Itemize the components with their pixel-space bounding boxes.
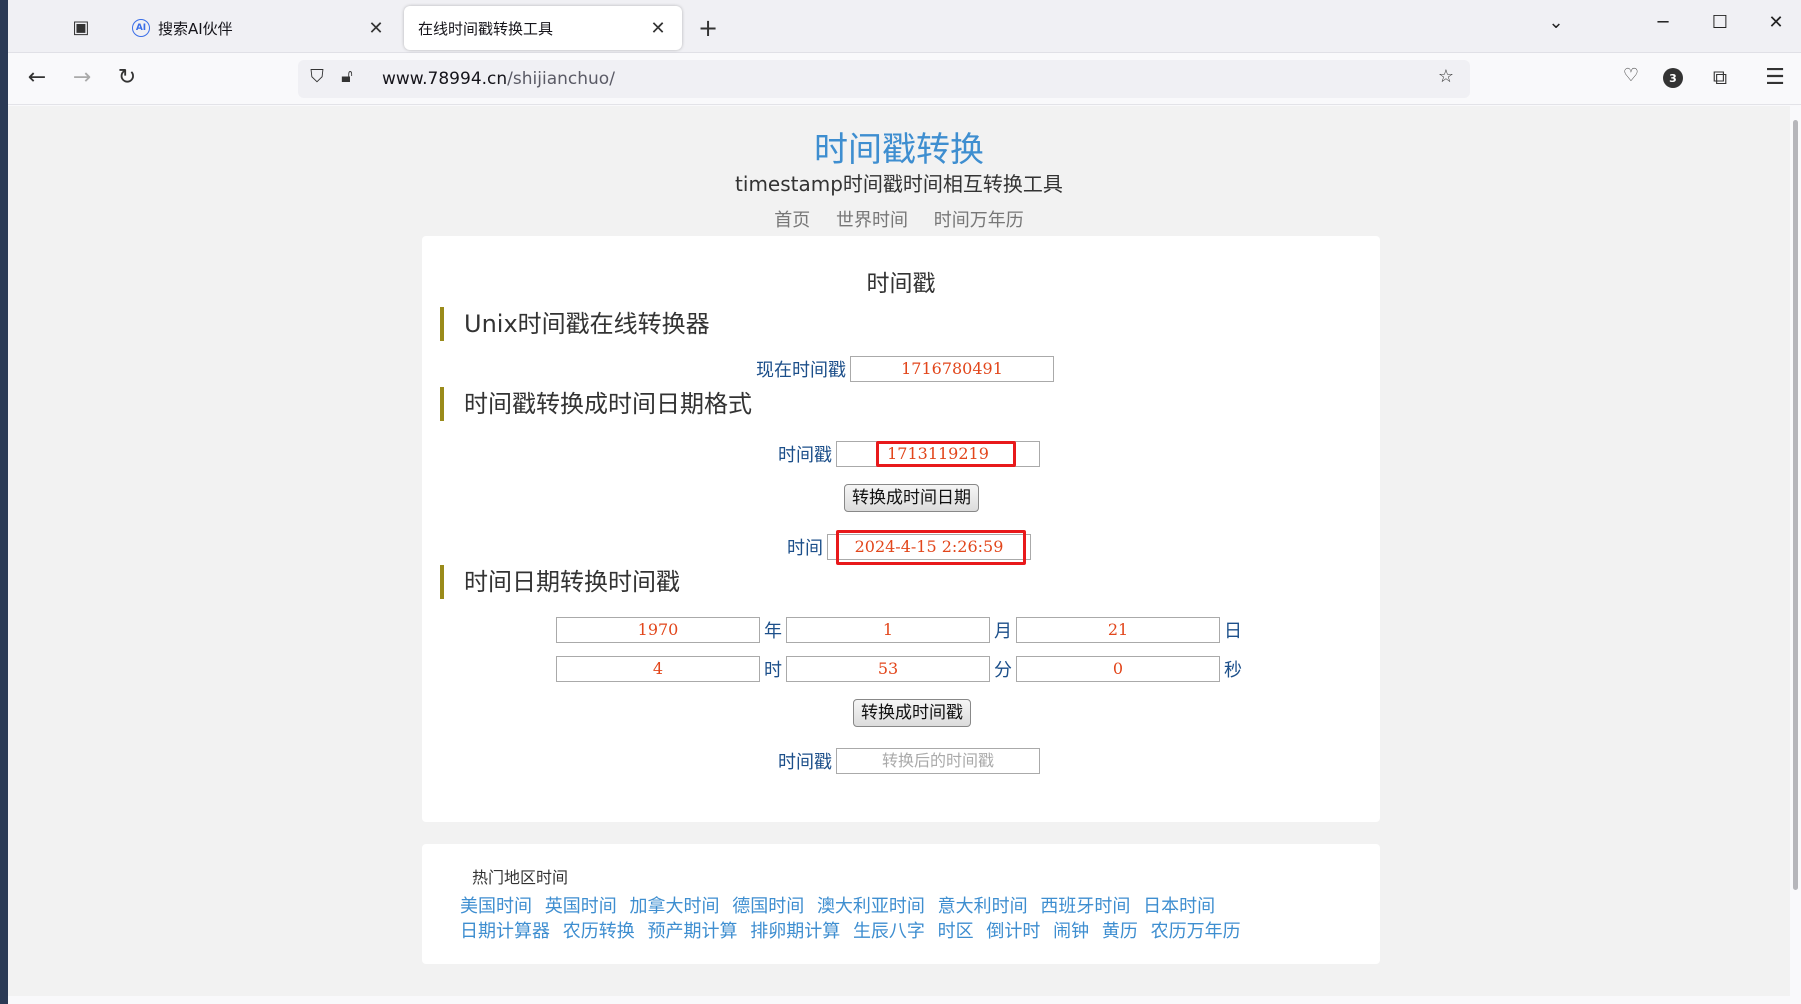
link-us-time[interactable]: 美国时间: [460, 896, 532, 917]
link-italy-time[interactable]: 意大利时间: [938, 896, 1028, 917]
highlight-box: [876, 441, 1016, 467]
reload-icon[interactable]: ↻: [112, 65, 142, 90]
link-timezone[interactable]: 时区: [938, 921, 974, 942]
new-tab-icon[interactable]: +: [694, 14, 722, 42]
url-text[interactable]: www.78994.cn/shijianchuo/: [382, 69, 615, 89]
extension-badge[interactable]: 3: [1663, 68, 1683, 88]
hot-regions-title: 热门地区时间: [472, 868, 569, 887]
scrollbar-thumb[interactable]: [1793, 120, 1798, 890]
maximize-icon[interactable]: ☐: [1705, 12, 1735, 33]
date-row: 1970 年 1 月 21 日: [556, 617, 1246, 643]
hot-regions-card: 热门地区时间 美国时间 英国时间 加拿大时间 德国时间 澳大利亚时间 意大利时间…: [422, 844, 1380, 964]
link-japan-time[interactable]: 日本时间: [1143, 896, 1215, 917]
nav-link-world-time[interactable]: 世界时间: [836, 210, 908, 231]
link-ovulation[interactable]: 排卵期计算: [750, 921, 840, 942]
tab-title: 搜索AI伙伴: [158, 19, 233, 38]
result-timestamp-field[interactable]: 转换后的时间戳: [836, 748, 1040, 774]
link-alarm[interactable]: 闹钟: [1053, 921, 1089, 942]
tab-ai-search[interactable]: AI 搜索AI伙伴 ✕: [118, 6, 400, 50]
highlight-box: [836, 530, 1026, 565]
convert-to-timestamp-button[interactable]: 转换成时间戳: [853, 699, 971, 727]
link-spain-time[interactable]: 西班牙时间: [1040, 896, 1130, 917]
extensions-icon[interactable]: ⧉: [1705, 65, 1735, 89]
link-date-calculator[interactable]: 日期计算器: [460, 921, 550, 942]
bookmark-star-icon[interactable]: ☆: [1433, 66, 1459, 87]
nav-bar: ← → ↻ ⛉ 🔓︎ www.78994.cn/shijianchuo/ ☆ ♡…: [8, 53, 1801, 105]
url-path: /shijianchuo/: [507, 69, 615, 89]
link-due-date[interactable]: 预产期计算: [647, 921, 737, 942]
current-timestamp-field[interactable]: 1716780491: [850, 356, 1054, 382]
day-unit: 日: [1224, 621, 1242, 642]
section-heading-unix: Unix时间戳在线转换器: [440, 307, 710, 341]
link-bazi[interactable]: 生辰八字: [853, 921, 925, 942]
result-row: 时间戳 转换后的时间戳: [778, 748, 1040, 774]
shield-icon[interactable]: ⛉: [304, 66, 330, 87]
link-uk-time[interactable]: 英国时间: [545, 896, 617, 917]
hour-unit: 时: [764, 660, 782, 681]
month-input[interactable]: 1: [786, 617, 990, 643]
time-label: 时间: [787, 538, 823, 559]
minute-unit: 分: [994, 660, 1012, 681]
forward-icon[interactable]: →: [67, 65, 97, 90]
close-window-icon[interactable]: ✕: [1761, 12, 1791, 33]
pocket-icon[interactable]: ♡: [1616, 65, 1646, 86]
time-row: 4 时 53 分 0 秒: [556, 656, 1246, 682]
second-input[interactable]: 0: [1016, 656, 1220, 682]
second-unit: 秒: [1224, 660, 1242, 681]
page-content: 时间戳转换 timestamp时间戳时间相互转换工具 首页 世界时间 时间万年历…: [8, 106, 1790, 996]
nav-link-home[interactable]: 首页: [774, 210, 810, 231]
close-tab-icon[interactable]: ✕: [366, 18, 386, 39]
link-australia-time[interactable]: 澳大利亚时间: [817, 896, 925, 917]
back-icon[interactable]: ←: [22, 65, 52, 90]
minute-input[interactable]: 53: [786, 656, 990, 682]
url-bar[interactable]: ⛉ 🔓︎ www.78994.cn/shijianchuo/ ☆: [298, 60, 1470, 98]
page-scrollbar[interactable]: [1790, 106, 1801, 896]
hot-links-row-2: 日期计算器 农历转换 预产期计算 排卵期计算 生辰八字 时区 倒计时 闹钟 黄历…: [460, 917, 1248, 943]
section-heading-date-to-ts: 时间日期转换时间戳: [440, 565, 680, 599]
ai-favicon-icon: AI: [132, 19, 150, 37]
link-countdown[interactable]: 倒计时: [986, 921, 1040, 942]
year-input[interactable]: 1970: [556, 617, 760, 643]
site-title: 时间戳转换: [814, 130, 984, 170]
tab-overflow-chevron-icon[interactable]: ⌄: [1541, 12, 1571, 33]
hour-input[interactable]: 4: [556, 656, 760, 682]
timestamp-label: 时间戳: [778, 445, 832, 466]
minimize-icon[interactable]: ─: [1648, 12, 1678, 33]
month-unit: 月: [994, 621, 1012, 642]
link-almanac[interactable]: 黄历: [1102, 921, 1138, 942]
current-timestamp-label: 现在时间戳: [756, 360, 846, 381]
tab-bar: ▣ AI 搜索AI伙伴 ✕ 在线时间戳转换工具 ✕ + ⌄ ─ ☐ ✕: [8, 0, 1801, 53]
link-canada-time[interactable]: 加拿大时间: [629, 896, 719, 917]
section-heading-ts-to-date: 时间戳转换成时间日期格式: [440, 387, 752, 421]
year-unit: 年: [764, 621, 782, 642]
result-timestamp-label: 时间戳: [778, 752, 832, 773]
tab-title: 在线时间戳转换工具: [418, 19, 554, 38]
menu-icon[interactable]: ☰: [1760, 65, 1790, 90]
url-host: www.78994.cn: [382, 69, 508, 89]
current-timestamp-row: 现在时间戳 1716780491: [756, 356, 1054, 382]
tab-timestamp-tool[interactable]: 在线时间戳转换工具 ✕: [404, 6, 682, 50]
day-input[interactable]: 21: [1016, 617, 1220, 643]
link-lunar-calendar[interactable]: 农历万年历: [1151, 921, 1241, 942]
nav-link-calendar[interactable]: 时间万年历: [934, 210, 1024, 231]
convert-to-date-button[interactable]: 转换成时间日期: [844, 484, 979, 512]
site-subtitle: timestamp时间戳时间相互转换工具: [735, 172, 1063, 196]
close-tab-icon[interactable]: ✕: [648, 18, 668, 39]
converter-card: 时间戳 Unix时间戳在线转换器 现在时间戳 1716780491 时间戳转换成…: [422, 236, 1380, 822]
card-title: 时间戳: [866, 271, 936, 297]
link-germany-time[interactable]: 德国时间: [732, 896, 804, 917]
insecure-lock-icon[interactable]: 🔓︎: [334, 66, 360, 87]
site-nav: 首页 世界时间 时间万年历: [8, 206, 1790, 232]
tab-list-icon[interactable]: ▣: [68, 14, 94, 40]
browser-window: ▣ AI 搜索AI伙伴 ✕ 在线时间戳转换工具 ✕ + ⌄ ─ ☐ ✕ ← → …: [8, 0, 1801, 1004]
link-lunar-convert[interactable]: 农历转换: [563, 921, 635, 942]
hot-links-row-1: 美国时间 英国时间 加拿大时间 德国时间 澳大利亚时间 意大利时间 西班牙时间 …: [460, 892, 1222, 918]
